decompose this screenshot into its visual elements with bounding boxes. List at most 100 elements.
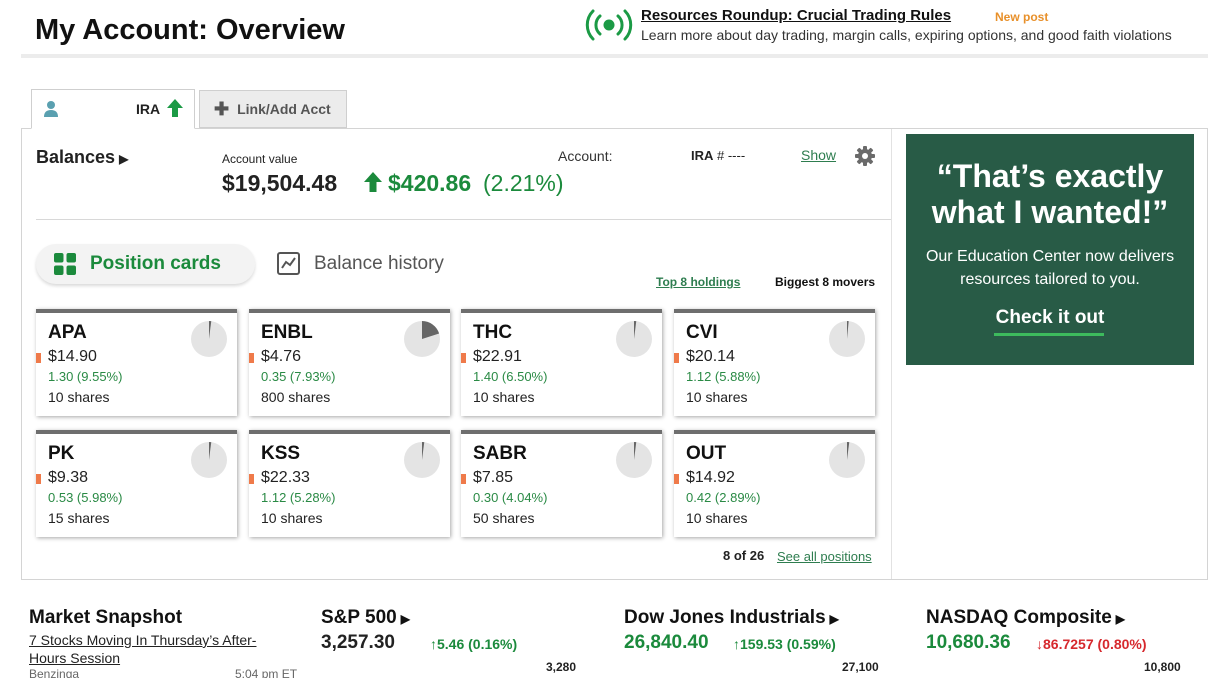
position-card-pk[interactable]: PK $9.38 0.53 (5.98%) 15 shares (36, 430, 237, 537)
user-icon (44, 101, 58, 117)
arrow-up-icon: ↑ (430, 636, 437, 652)
day-gain-percent: (2.21%) (483, 170, 564, 196)
allocation-pie-icon (829, 321, 865, 357)
arrow-up-icon: ↑ (733, 636, 740, 652)
position-card-kss[interactable]: KSS $22.33 1.12 (5.28%) 10 shares (249, 430, 450, 537)
position-symbol: OUT (686, 443, 727, 464)
index-change-value: 5.46 (0.16%) (437, 636, 518, 652)
new-post-badge: New post (995, 10, 1049, 24)
top-holdings-link[interactable]: Top 8 holdings (656, 275, 740, 289)
market-story-link[interactable]: 7 Stocks Moving In Thursday’s After-Hour… (29, 631, 289, 667)
position-marker (249, 474, 254, 484)
balance-history-toggle[interactable]: Balance history (277, 252, 444, 275)
account-value: $19,504.48 (222, 170, 338, 196)
position-price: $22.33 (261, 469, 310, 486)
position-cards-toggle[interactable]: Position cards (36, 244, 255, 284)
position-symbol: ENBL (261, 322, 313, 343)
balances-link[interactable]: Balances ▶ (36, 147, 128, 168)
position-marker (36, 474, 41, 484)
grid-icon (54, 253, 76, 275)
page-title: My Account: Overview (35, 14, 345, 46)
tab-link-add-account[interactable]: ✚ Link/Add Acct (199, 90, 347, 128)
biggest-movers-tab[interactable]: Biggest 8 movers (775, 275, 875, 289)
index-chart-axis-label: 3,280 (546, 660, 577, 674)
index-name: S&P 500 (321, 607, 397, 628)
market-snapshot-title: Market Snapshot (29, 607, 183, 628)
position-shares: 50 shares (473, 510, 535, 526)
allocation-pie-icon (404, 442, 440, 478)
tab-link-add-label: Link/Add Acct (237, 101, 331, 117)
position-shares: 10 shares (48, 389, 110, 405)
index-value: 26,840.40 (624, 632, 709, 653)
allocation-pie-icon (829, 442, 865, 478)
position-shares: 800 shares (261, 389, 331, 405)
position-card-enbl[interactable]: ENBL $4.76 0.35 (7.93%) 800 shares (249, 309, 450, 416)
position-shares: 10 shares (686, 510, 748, 526)
position-card-out[interactable]: OUT $14.92 0.42 (2.89%) 10 shares (674, 430, 875, 537)
position-price: $20.14 (686, 348, 735, 365)
index-change-value: 159.53 (0.59%) (740, 636, 836, 652)
position-change: 0.30 (4.04%) (473, 490, 548, 505)
caret-right-icon: ▶ (1115, 612, 1126, 626)
position-change: 0.53 (5.98%) (48, 490, 123, 505)
index-sp500-link[interactable]: S&P 500 ▶ (321, 607, 410, 629)
position-change: 0.42 (2.89%) (686, 490, 761, 505)
index-dow-link[interactable]: Dow Jones Industrials ▶ (624, 607, 839, 629)
education-ad[interactable]: “That’s exactly what I wanted!” Our Educ… (906, 134, 1194, 365)
position-price: $14.90 (48, 348, 97, 365)
index-chart-axis-label: 10,800 (1144, 660, 1181, 674)
index-chart-axis-label: 27,100 (842, 660, 879, 674)
caret-right-icon: ▶ (119, 152, 129, 166)
position-price: $7.85 (473, 469, 514, 486)
position-card-thc[interactable]: THC $22.91 1.40 (6.50%) 10 shares (461, 309, 662, 416)
arrow-up-icon (167, 99, 183, 117)
show-account-link[interactable]: Show (801, 147, 836, 163)
position-symbol: CVI (686, 322, 718, 343)
ad-cta-link[interactable]: Check it out (906, 307, 1194, 329)
position-marker (36, 353, 41, 363)
position-marker (674, 474, 679, 484)
caret-right-icon: ▶ (829, 612, 839, 626)
position-card-sabr[interactable]: SABR $7.85 0.30 (4.04%) 50 shares (461, 430, 662, 537)
balance-divider (36, 219, 891, 220)
allocation-pie-icon (191, 442, 227, 478)
broadcast-icon (585, 9, 633, 41)
position-change: 0.35 (7.93%) (261, 369, 336, 384)
position-card-cvi[interactable]: CVI $20.14 1.12 (5.88%) 10 shares (674, 309, 875, 416)
position-symbol: PK (48, 443, 75, 464)
account-number-masked: # ---- (717, 148, 746, 163)
balance-history-label: Balance history (314, 252, 444, 274)
index-name: Dow Jones Industrials (624, 607, 826, 628)
tab-ira-label: IRA (136, 101, 161, 117)
tab-ira[interactable]: IRA (31, 89, 195, 129)
ad-cta-underline (994, 333, 1104, 336)
market-story-source: Benzinga (29, 667, 80, 678)
day-gain-amount: $420.86 (388, 170, 472, 196)
position-marker (249, 353, 254, 363)
market-story-time: 5:04 pm ET (235, 667, 298, 678)
promo-link[interactable]: Resources Roundup: Crucial Trading Rules (641, 7, 951, 24)
account-value-label: Account value (222, 152, 298, 166)
position-shares: 10 shares (473, 389, 535, 405)
position-cards-label: Position cards (90, 253, 221, 274)
index-nasdaq-link[interactable]: NASDAQ Composite ▶ (926, 607, 1125, 629)
position-shares: 15 shares (48, 510, 110, 526)
see-all-positions-link[interactable]: See all positions (777, 549, 872, 564)
ad-body: Our Education Center now delivers resour… (925, 248, 1175, 288)
allocation-pie-icon (616, 442, 652, 478)
position-symbol: KSS (261, 443, 301, 464)
line-chart-icon (277, 252, 300, 275)
position-change: 1.30 (9.55%) (48, 369, 123, 384)
position-price: $14.92 (686, 469, 735, 486)
balances-label: Balances (36, 147, 116, 167)
ad-headline: “That’s exactly what I wanted!” (931, 158, 1169, 230)
position-symbol: SABR (473, 443, 527, 464)
gear-icon[interactable] (855, 146, 875, 166)
account-label: Account: (558, 148, 613, 164)
position-symbol: THC (473, 322, 513, 343)
position-marker (461, 474, 466, 484)
position-change: 1.12 (5.88%) (686, 369, 761, 384)
index-change: ↑5.46 (0.16%) (430, 636, 517, 652)
allocation-pie-icon (616, 321, 652, 357)
position-card-apa[interactable]: APA $14.90 1.30 (9.55%) 10 shares (36, 309, 237, 416)
